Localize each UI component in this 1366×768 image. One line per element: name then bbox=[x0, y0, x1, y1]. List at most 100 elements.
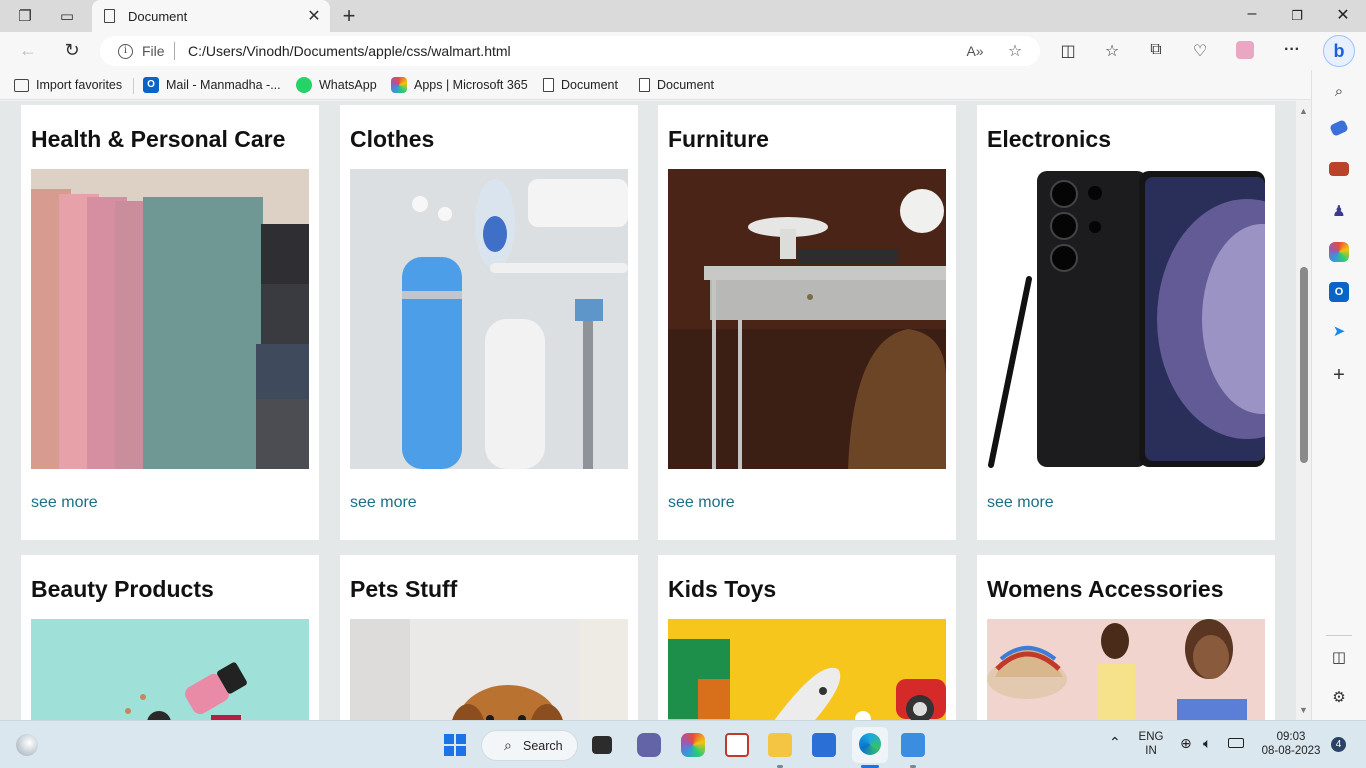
edge-taskbar-button[interactable] bbox=[852, 727, 888, 763]
performance-icon[interactable]: ♡ bbox=[1188, 41, 1212, 63]
taskbar-search[interactable]: ⌕ Search bbox=[481, 730, 578, 761]
favorite-label: Apps | Microsoft 365 bbox=[414, 78, 528, 92]
scrollbar-thumb[interactable] bbox=[1300, 267, 1308, 463]
snipping-tool-icon[interactable] bbox=[725, 733, 749, 757]
more-menu-icon[interactable]: ··· bbox=[1280, 41, 1304, 63]
workspaces-icon[interactable]: ❐ bbox=[14, 6, 36, 26]
card-title: Furniture bbox=[668, 126, 769, 152]
card-image bbox=[668, 619, 946, 720]
address-bar: ← ↻ i File C:/Users/Vinodh/Documents/app… bbox=[0, 32, 1366, 70]
search-label: Search bbox=[523, 739, 563, 753]
vertical-scrollbar[interactable]: ▲ ▼ bbox=[1296, 101, 1311, 720]
see-more-link[interactable]: see more bbox=[31, 494, 98, 512]
card-title: Health & Personal Care bbox=[31, 126, 286, 152]
back-button[interactable]: ← bbox=[16, 40, 40, 62]
windows-start-icon[interactable] bbox=[443, 733, 467, 757]
close-tab-icon[interactable]: ✕ bbox=[304, 6, 324, 26]
see-more-link[interactable]: see more bbox=[668, 494, 735, 512]
favorite-mail[interactable]: O Mail - Manmadha -... bbox=[143, 76, 281, 94]
minimize-button[interactable]: – bbox=[1229, 5, 1275, 23]
notification-badge[interactable]: 4 bbox=[1331, 737, 1346, 752]
tools-briefcase-icon[interactable] bbox=[1329, 162, 1349, 176]
battery-icon[interactable] bbox=[1228, 738, 1244, 748]
card-title: Beauty Products bbox=[31, 576, 214, 602]
games-icon[interactable]: ♟ bbox=[1329, 202, 1349, 222]
page-content: Health & Personal Care see more Clothes bbox=[0, 101, 1296, 720]
clock[interactable]: 09:03 08-08-2023 bbox=[1258, 730, 1324, 758]
outlook-icon[interactable]: O bbox=[1329, 282, 1349, 302]
whatsapp-icon bbox=[296, 77, 312, 93]
read-aloud-icon[interactable]: A» bbox=[964, 43, 986, 59]
send-icon[interactable]: ➤ bbox=[1329, 322, 1349, 342]
microsoft365-icon bbox=[391, 77, 407, 93]
clock-date: 08-08-2023 bbox=[1261, 745, 1321, 757]
network-icon[interactable]: ⊕ bbox=[1180, 736, 1192, 750]
card-title: Kids Toys bbox=[668, 576, 777, 602]
title-bar: ❐ ▭ Document ✕ + – ❐ ✕ bbox=[0, 0, 1366, 32]
teams-chat-icon[interactable] bbox=[637, 733, 661, 757]
towels-image bbox=[31, 169, 309, 469]
new-tab-button[interactable]: + bbox=[338, 3, 360, 29]
see-more-link[interactable]: see more bbox=[987, 494, 1054, 512]
microsoft365-icon[interactable] bbox=[1329, 242, 1349, 262]
toys-image bbox=[668, 619, 946, 720]
category-card: Health & Personal Care see more bbox=[21, 105, 319, 540]
close-window-button[interactable]: ✕ bbox=[1320, 5, 1366, 25]
card-image bbox=[31, 619, 309, 720]
category-card: Electronics see more bbox=[977, 105, 1275, 540]
url-box[interactable]: i File C:/Users/Vinodh/Documents/apple/c… bbox=[100, 36, 1040, 66]
card-title: Clothes bbox=[350, 126, 435, 152]
dog-image bbox=[350, 619, 628, 720]
restore-button[interactable]: ❐ bbox=[1274, 8, 1320, 24]
language-indicator[interactable]: ENG IN bbox=[1137, 730, 1165, 758]
scroll-up-icon[interactable]: ▲ bbox=[1299, 106, 1308, 116]
favorite-label: Import favorites bbox=[36, 78, 123, 92]
favorites-divider bbox=[133, 78, 134, 94]
url-scheme: File bbox=[142, 43, 165, 59]
category-card: Kids Toys bbox=[658, 555, 956, 720]
see-more-link[interactable]: see more bbox=[350, 494, 417, 512]
favorite-m365[interactable]: Apps | Microsoft 365 bbox=[391, 76, 528, 94]
url-input[interactable]: C:/Users/Vinodh/Documents/apple/css/walm… bbox=[188, 43, 511, 59]
favorites-icon[interactable]: ☆ bbox=[1100, 41, 1124, 63]
hide-sidebar-icon[interactable]: ◫ bbox=[1329, 648, 1349, 668]
refresh-button[interactable]: ↻ bbox=[60, 40, 84, 62]
scroll-down-icon[interactable]: ▼ bbox=[1299, 705, 1308, 715]
bing-copilot-icon[interactable]: b bbox=[1323, 35, 1355, 67]
microsoft-store-icon[interactable] bbox=[812, 733, 836, 757]
add-sidebar-app-icon[interactable]: + bbox=[1329, 365, 1349, 385]
browser-tab[interactable]: Document ✕ bbox=[92, 0, 330, 32]
file-explorer-icon[interactable] bbox=[768, 733, 792, 757]
copilot-icon[interactable] bbox=[681, 733, 705, 757]
profile-avatar[interactable] bbox=[1233, 41, 1257, 63]
favorite-document-1[interactable]: Document bbox=[543, 76, 618, 94]
task-view-icon[interactable] bbox=[592, 736, 612, 754]
document-icon bbox=[104, 9, 115, 23]
settings-gear-icon[interactable]: ⚙ bbox=[1329, 688, 1349, 708]
card-title: Pets Stuff bbox=[350, 576, 458, 602]
card-title: Electronics bbox=[987, 126, 1111, 152]
favorite-document-2[interactable]: Document bbox=[639, 76, 714, 94]
category-card: Womens Accessories bbox=[977, 555, 1275, 720]
weather-widget-icon[interactable] bbox=[16, 734, 38, 756]
info-icon[interactable]: i bbox=[118, 44, 133, 59]
show-hidden-icons[interactable]: ⌃ bbox=[1109, 735, 1121, 749]
edge-sidebar: ⌕ ♟ O ➤ + ◫ ⚙ bbox=[1311, 70, 1366, 720]
search-icon[interactable]: ⌕ bbox=[1329, 82, 1349, 102]
favorite-import[interactable]: Import favorites bbox=[14, 76, 122, 94]
shopping-tag-icon[interactable] bbox=[1329, 119, 1349, 137]
favorite-label: Document bbox=[561, 78, 618, 92]
tab-actions-icon[interactable]: ▭ bbox=[56, 6, 78, 26]
photos-icon[interactable] bbox=[901, 733, 925, 757]
category-card: Clothes see more bbox=[340, 105, 638, 540]
accessories-image bbox=[987, 619, 1265, 720]
language-code: ENG bbox=[1138, 731, 1164, 743]
favorite-whatsapp[interactable]: WhatsApp bbox=[296, 76, 377, 94]
volume-icon[interactable]: 🔈︎ bbox=[1203, 736, 1211, 750]
favorite-label: Document bbox=[657, 78, 714, 92]
outlook-icon: O bbox=[143, 77, 159, 93]
collections-icon[interactable]: ⧉ bbox=[1144, 41, 1168, 63]
tab-title: Document bbox=[128, 9, 188, 24]
split-screen-icon[interactable]: ◫ bbox=[1056, 41, 1080, 63]
favorite-star-icon[interactable]: ☆ bbox=[1004, 41, 1026, 61]
